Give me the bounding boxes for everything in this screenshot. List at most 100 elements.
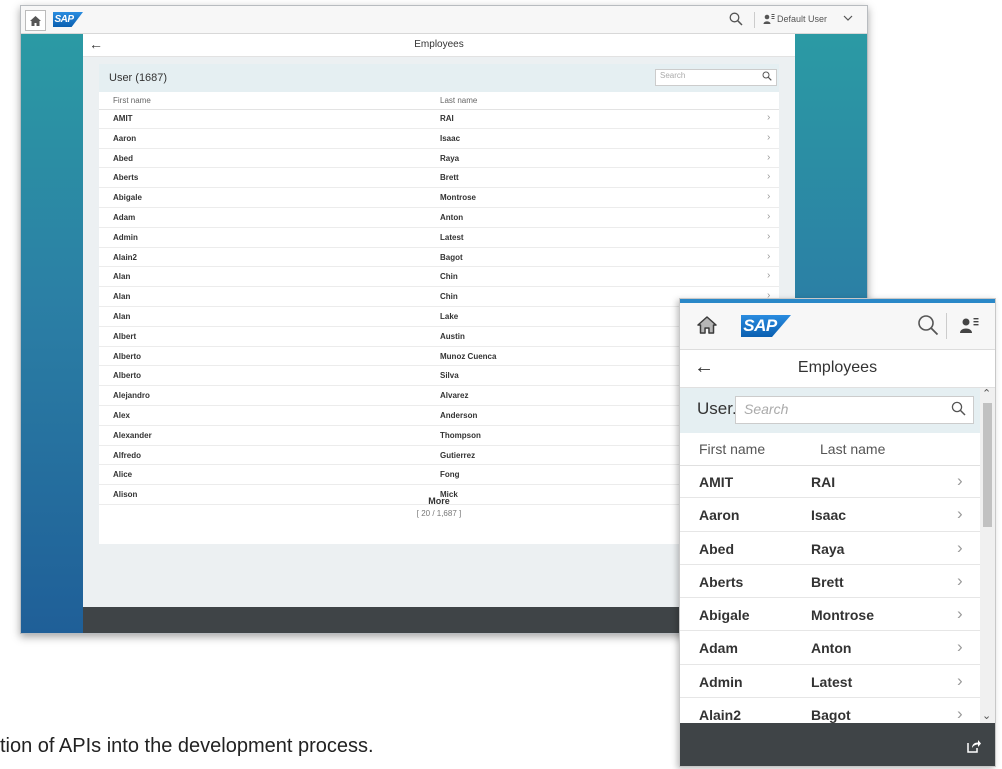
- search-icon[interactable]: [762, 71, 772, 81]
- chevron-right-icon[interactable]: ›: [767, 171, 770, 182]
- chevron-right-icon[interactable]: ›: [957, 637, 963, 657]
- first-name-cell: Alice: [113, 470, 133, 480]
- chevron-right-icon[interactable]: ›: [767, 112, 770, 123]
- first-name-cell: Alan: [113, 292, 131, 302]
- chevron-right-icon[interactable]: ›: [767, 152, 770, 163]
- table-row[interactable]: AlanLake›: [99, 307, 779, 327]
- table-body: AMIT RAI › Aaron Isaac › Abed Raya › Aberts Brett ›…: [680, 465, 980, 732]
- chevron-right-icon[interactable]: ›: [767, 132, 770, 143]
- more-button[interactable]: More: [99, 496, 779, 506]
- last-name-cell: Austin: [440, 331, 465, 341]
- last-name-cell: Munoz Cuenca: [440, 351, 497, 361]
- table-row[interactable]: Alan Chin ›: [99, 267, 779, 288]
- table-row[interactable]: AlbertoSilva›: [99, 366, 779, 387]
- first-name-cell: Alain2: [113, 252, 138, 262]
- last-name-cell: Lake: [440, 311, 459, 321]
- table-row[interactable]: Aberts Brett ›: [99, 168, 779, 189]
- first-name-cell: Aaron: [699, 507, 740, 524]
- first-name-cell: Adam: [113, 212, 136, 222]
- home-icon: [30, 15, 41, 26]
- last-name-cell: Brett: [811, 573, 844, 590]
- user-icon[interactable]: [763, 13, 775, 25]
- table-row[interactable]: Alain2 Bagot ›: [99, 248, 779, 268]
- search-icon[interactable]: [917, 314, 939, 336]
- shell-header: [680, 303, 995, 350]
- chevron-right-icon[interactable]: ›: [767, 231, 770, 242]
- last-name-cell: Silva: [440, 371, 459, 381]
- table-row[interactable]: Abed Raya ›: [680, 532, 980, 565]
- table-row[interactable]: AMIT RAI ›: [99, 109, 779, 129]
- first-name-cell: Admin: [113, 232, 138, 242]
- table-row[interactable]: Alan Chin ›: [99, 287, 779, 307]
- last-name-cell: Brett: [440, 173, 459, 183]
- last-name-cell: Isaac: [811, 507, 847, 524]
- table-row[interactable]: Adam Anton ›: [680, 631, 980, 665]
- first-name-cell: Aberts: [699, 573, 744, 590]
- home-button[interactable]: [25, 10, 46, 31]
- first-name-cell: Alberto: [113, 371, 141, 381]
- first-name-cell: Alex: [113, 410, 130, 420]
- first-name-cell: Alan: [113, 272, 131, 282]
- search-icon[interactable]: [951, 401, 966, 416]
- table-title: User (1687): [109, 72, 168, 84]
- table-row[interactable]: AlexanderThompson›: [99, 426, 779, 446]
- chevron-right-icon[interactable]: ›: [957, 704, 963, 724]
- first-name-cell: Alan: [113, 311, 131, 321]
- table-row[interactable]: AlejandroAlvarez›: [99, 386, 779, 406]
- table-row[interactable]: Aaron Isaac ›: [99, 129, 779, 149]
- first-name-cell: Abigale: [113, 193, 142, 203]
- column-header-first-name[interactable]: First name: [699, 441, 765, 457]
- chevron-right-icon[interactable]: ›: [957, 471, 963, 491]
- last-name-cell: RAI: [440, 114, 454, 123]
- header-separator: [754, 12, 755, 28]
- scrollbar-thumb[interactable]: [983, 403, 992, 527]
- search-icon[interactable]: [729, 12, 743, 26]
- first-name-cell: Aberts: [113, 173, 139, 183]
- last-name-cell: Bagot: [440, 252, 463, 262]
- table-row[interactable]: AlexAnderson›: [99, 406, 779, 426]
- table-body: AMIT RAI › Aaron Isaac › Abed Raya › Aberts Brett ›…: [99, 109, 779, 505]
- last-name-cell: Gutierrez: [440, 450, 476, 460]
- last-name-cell: Isaac: [440, 133, 461, 143]
- table-row[interactable]: AlfredoGutierrez›: [99, 446, 779, 466]
- column-header-last-name[interactable]: Last name: [440, 96, 477, 105]
- share-icon[interactable]: [967, 739, 981, 753]
- column-header-last-name[interactable]: Last name: [820, 441, 885, 457]
- chevron-right-icon[interactable]: ›: [767, 251, 770, 262]
- chevron-right-icon[interactable]: ›: [957, 671, 963, 691]
- chevron-right-icon[interactable]: ›: [767, 191, 770, 202]
- column-header-first-name[interactable]: First name: [113, 96, 151, 105]
- last-name-cell: RAI: [811, 474, 836, 490]
- table-row[interactable]: AlbertAustin›: [99, 327, 779, 347]
- table-row[interactable]: Abigale Montrose ›: [680, 598, 980, 632]
- last-name-cell: Thompson: [440, 430, 481, 440]
- table-row[interactable]: Aberts Brett ›: [680, 565, 980, 599]
- table-row[interactable]: AMIT RAI ›: [680, 465, 980, 499]
- table-row[interactable]: AlbertoMunoz Cuenca›: [99, 347, 779, 367]
- table-row[interactable]: Aaron Isaac ›: [680, 498, 980, 532]
- chevron-right-icon[interactable]: ›: [767, 270, 770, 281]
- scroll-up-icon[interactable]: ⌃: [982, 387, 991, 400]
- chevron-right-icon[interactable]: ›: [767, 211, 770, 222]
- table-row[interactable]: Adam Anton ›: [99, 208, 779, 228]
- scroll-down-icon[interactable]: ⌄: [982, 709, 991, 722]
- table-row[interactable]: Admin Latest ›: [680, 665, 980, 699]
- last-name-cell: Anton: [811, 640, 852, 657]
- last-name-cell: Chin: [440, 292, 458, 302]
- last-name-cell: Alvarez: [440, 391, 469, 401]
- home-icon[interactable]: [696, 315, 718, 335]
- chevron-down-icon[interactable]: [843, 13, 853, 23]
- last-name-cell: Montrose: [440, 193, 476, 203]
- chevron-right-icon[interactable]: ›: [957, 538, 963, 558]
- search-placeholder: Search: [744, 401, 789, 417]
- user-name[interactable]: Default User: [777, 14, 827, 24]
- chevron-right-icon[interactable]: ›: [957, 604, 963, 624]
- table-row[interactable]: AliceFong›: [99, 465, 779, 486]
- user-icon[interactable]: [959, 315, 979, 335]
- chevron-right-icon[interactable]: ›: [957, 571, 963, 591]
- table-row[interactable]: Abed Raya ›: [99, 149, 779, 169]
- table-row[interactable]: Admin Latest ›: [99, 228, 779, 248]
- table-row[interactable]: Abigale Montrose ›: [99, 188, 779, 208]
- chevron-right-icon[interactable]: ›: [957, 504, 963, 524]
- last-name-cell: Fong: [440, 470, 460, 480]
